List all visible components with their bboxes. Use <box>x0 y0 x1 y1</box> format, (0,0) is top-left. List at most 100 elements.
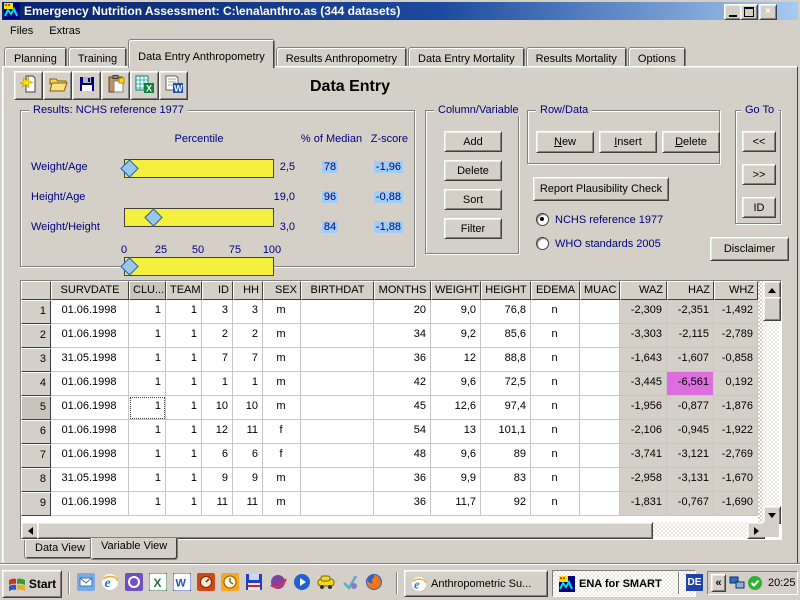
grid-cell[interactable]: 01.06.1998 <box>51 372 129 396</box>
globe-swoosh-icon[interactable] <box>268 572 288 592</box>
grid-cell[interactable]: 9 <box>202 468 233 492</box>
grid-cell[interactable]: 1 <box>166 444 202 468</box>
vertical-scroll-track[interactable] <box>763 297 779 506</box>
menu-item-extras[interactable]: Extras <box>41 22 88 40</box>
grid-cell[interactable]: 101,1 <box>481 420 531 444</box>
grid-cell[interactable] <box>301 396 374 420</box>
grid-cell[interactable]: 1 <box>129 468 166 492</box>
grid-cell[interactable]: -0,858 <box>714 348 758 372</box>
grid-cell[interactable]: 1 <box>129 348 166 372</box>
grid-cell[interactable]: 54 <box>374 420 431 444</box>
grid-cell[interactable] <box>580 300 620 324</box>
grid-cell[interactable]: f <box>263 420 301 444</box>
grid-cell[interactable]: 6 <box>202 444 233 468</box>
grid-cell[interactable]: -3,121 <box>667 444 714 468</box>
tray-chevron-button[interactable]: « <box>711 574 726 592</box>
network-icon[interactable] <box>729 575 745 591</box>
grid-cell[interactable]: n <box>531 492 580 516</box>
grid-cell[interactable]: 83 <box>481 468 531 492</box>
column-sort-button[interactable]: Sort <box>444 189 502 210</box>
grid-cell[interactable]: 92 <box>481 492 531 516</box>
vertical-scroll-thumb[interactable] <box>763 297 781 321</box>
grid-cell[interactable]: m <box>263 372 301 396</box>
grid-cell[interactable]: 97,4 <box>481 396 531 420</box>
grid-cell[interactable]: 88,8 <box>481 348 531 372</box>
grid-cell[interactable]: 36 <box>374 468 431 492</box>
grid-cell[interactable] <box>580 492 620 516</box>
grid-cell[interactable] <box>580 372 620 396</box>
firefox-icon[interactable] <box>364 572 384 592</box>
grid-cell[interactable]: 1 <box>129 372 166 396</box>
row-header[interactable]: 9 <box>21 492 51 516</box>
column-filter-button[interactable]: Filter <box>444 218 502 239</box>
report-plausibility-check-button[interactable]: Report Plausibility Check <box>533 177 669 201</box>
grid-cell[interactable] <box>301 300 374 324</box>
grid-cell[interactable]: 10 <box>233 396 263 420</box>
grid-cell[interactable]: -1,492 <box>714 300 758 324</box>
grid-cell[interactable]: 1 <box>129 444 166 468</box>
internet-explorer-icon[interactable]: e <box>100 572 120 592</box>
grid-cell[interactable] <box>301 348 374 372</box>
grid-cell[interactable]: 01.06.1998 <box>51 492 129 516</box>
grid-cell[interactable]: 11 <box>202 492 233 516</box>
grid-cell[interactable]: -1,607 <box>667 348 714 372</box>
grid-cell[interactable]: 11,7 <box>431 492 481 516</box>
grid-cell[interactable]: m <box>263 468 301 492</box>
tab-options[interactable]: Options <box>628 47 686 68</box>
grid-cell[interactable]: 01.06.1998 <box>51 324 129 348</box>
grid-cell[interactable]: -6,561 <box>667 372 714 396</box>
row-insert-button[interactable]: Insert <box>599 131 657 153</box>
grid-cell[interactable] <box>580 348 620 372</box>
goto-next-button[interactable]: >> <box>742 164 776 185</box>
grid-cell[interactable] <box>580 396 620 420</box>
row-delete-button[interactable]: Delete <box>662 131 720 153</box>
grid-cell[interactable]: 3 <box>233 300 263 324</box>
grid-cell[interactable]: -1,831 <box>620 492 667 516</box>
grid-cell[interactable]: 1 <box>166 300 202 324</box>
menu-item-files[interactable]: Files <box>2 22 41 40</box>
goto-id-button[interactable]: ID <box>742 197 776 218</box>
grid-cell[interactable]: 01.06.1998 <box>51 300 129 324</box>
row-header[interactable]: 8 <box>21 468 51 492</box>
grid-cell[interactable] <box>301 468 374 492</box>
grid-cell[interactable]: 31.05.1998 <box>51 468 129 492</box>
grid-cell[interactable]: 1 <box>166 396 202 420</box>
grid-cell[interactable]: 0,192 <box>714 372 758 396</box>
grid-cell[interactable]: m <box>263 492 301 516</box>
grid-cell[interactable]: 12,6 <box>431 396 481 420</box>
goto-previous-button[interactable]: << <box>742 131 776 152</box>
row-header[interactable]: 5 <box>21 396 51 420</box>
grid-cell[interactable]: 9,6 <box>431 372 481 396</box>
percentile-marker[interactable] <box>120 159 138 177</box>
radio-button[interactable] <box>536 237 549 250</box>
grid-cell[interactable]: 45 <box>374 396 431 420</box>
grid-cell[interactable]: 11 <box>233 492 263 516</box>
grid-cell[interactable]: 1 <box>129 396 166 420</box>
word-icon[interactable]: W <box>172 572 192 592</box>
task-button-anthropometric-su-[interactable]: eAnthropometric Su... <box>404 570 548 597</box>
grid-cell[interactable]: -1,922 <box>714 420 758 444</box>
tab-planning[interactable]: Planning <box>4 47 67 68</box>
tab-training[interactable]: Training <box>68 47 127 68</box>
grid-cell[interactable]: -3,741 <box>620 444 667 468</box>
grid-cell[interactable]: 1 <box>166 372 202 396</box>
grid-cell[interactable] <box>580 420 620 444</box>
column-header[interactable]: MONTHS <box>374 281 431 300</box>
tab-results-anthropometry[interactable]: Results Anthropometry <box>276 47 407 68</box>
grid-cell[interactable] <box>301 444 374 468</box>
row-header[interactable]: 3 <box>21 348 51 372</box>
grid-cell[interactable]: 1 <box>166 348 202 372</box>
grid-cell[interactable]: -1,643 <box>620 348 667 372</box>
swoosh-icon[interactable] <box>340 572 360 592</box>
grid-cell[interactable]: 11 <box>233 420 263 444</box>
grid-cell[interactable]: f <box>263 444 301 468</box>
grid-cell[interactable]: 1 <box>202 372 233 396</box>
grid-cell[interactable] <box>301 372 374 396</box>
grid-cell[interactable]: -1,670 <box>714 468 758 492</box>
start-button[interactable]: Start <box>2 570 62 598</box>
grid-cell[interactable]: n <box>531 324 580 348</box>
grid-cell[interactable]: 89 <box>481 444 531 468</box>
column-header[interactable]: TEAM <box>166 281 202 300</box>
grid-cell[interactable]: 01.06.1998 <box>51 444 129 468</box>
grid-cell[interactable]: 2 <box>202 324 233 348</box>
